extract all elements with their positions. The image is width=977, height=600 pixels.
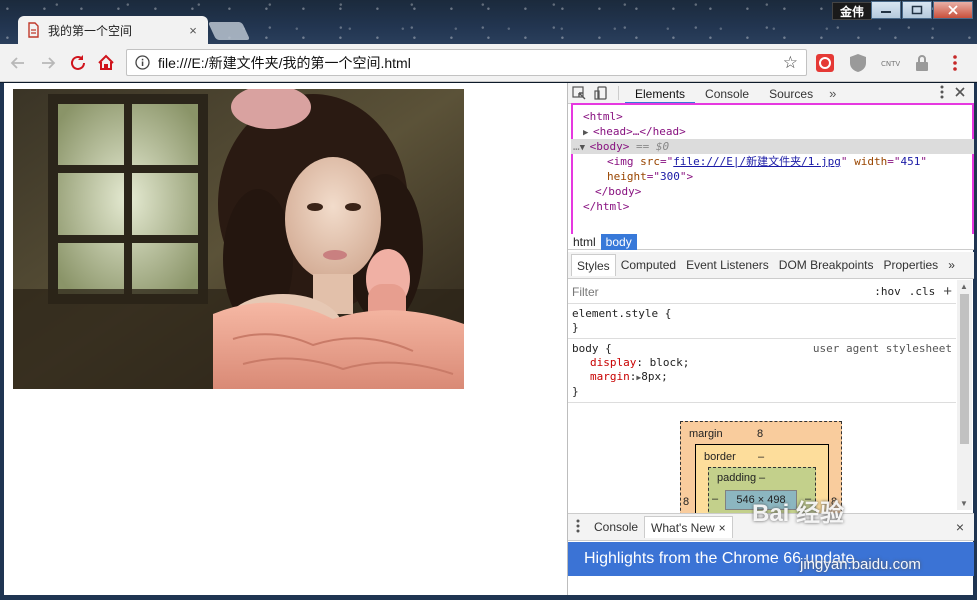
inspect-element-icon[interactable]: [568, 83, 590, 104]
profile-button[interactable]: 金伟: [832, 2, 872, 20]
new-tab-button[interactable]: [207, 22, 251, 40]
styles-tab-bar: Styles Computed Event Listeners DOM Brea…: [568, 252, 974, 279]
cntv-icon[interactable]: CNTV: [880, 53, 900, 73]
tab-dom-breakpoints[interactable]: DOM Breakpoints: [774, 254, 879, 276]
tab-close-icon[interactable]: ×: [186, 23, 200, 38]
page-image[interactable]: [13, 89, 464, 389]
window-controls: [871, 1, 973, 19]
dom-node-img-cont: height="300">: [607, 170, 694, 183]
prop-margin[interactable]: margin:▶8px;: [572, 370, 952, 385]
dom-tree: <html> ▶ <head>…</head> …▼ <body> == $0 <i…: [571, 103, 974, 236]
page-favicon-icon: [26, 22, 40, 38]
maximize-icon: [911, 5, 923, 15]
drawer-tab-console[interactable]: Console: [588, 516, 644, 538]
more-style-tabs-icon[interactable]: »: [943, 254, 960, 276]
forward-icon[interactable]: [38, 53, 58, 73]
minimize-icon: [881, 11, 891, 13]
home-icon[interactable]: [96, 53, 116, 73]
address-bar[interactable]: file:///E:/新建文件夹/我的第一个空间.html ☆: [126, 49, 807, 76]
browser-toolbar: file:///E:/新建文件夹/我的第一个空间.html ☆ CNTV: [0, 44, 977, 82]
breadcrumb-body[interactable]: body: [600, 233, 637, 250]
minimize-button[interactable]: [871, 1, 901, 19]
img-src-link[interactable]: file:///E|/新建文件夹/1.jpg: [673, 155, 841, 168]
scroll-down-icon: ▼: [960, 499, 968, 508]
browser-tab[interactable]: 我的第一个空间 ×: [18, 16, 208, 44]
toolbar-divider: [618, 86, 619, 100]
pdf-icon[interactable]: [815, 53, 835, 73]
tab-event-listeners[interactable]: Event Listeners: [681, 254, 774, 276]
tab-console[interactable]: Console: [695, 83, 759, 104]
cls-toggle[interactable]: .cls: [909, 285, 936, 298]
maximize-button[interactable]: [902, 1, 932, 19]
baidu-watermark-url: jingyan.baidu.com: [800, 556, 921, 573]
drawer-close-icon[interactable]: ×: [956, 519, 974, 535]
tab-title: 我的第一个空间: [48, 23, 133, 38]
lock-icon[interactable]: [912, 53, 932, 73]
styles-filter-input[interactable]: Filter: [572, 285, 866, 299]
devtools-tab-bar: Elements Console Sources »: [568, 83, 974, 104]
dom-node-img[interactable]: <img src="file:///E|/新建文件夹/1.jpg" width=…: [573, 154, 972, 169]
new-rule-plus-icon[interactable]: +: [943, 283, 952, 300]
scroll-up-icon: ▲: [960, 282, 968, 291]
tab-styles[interactable]: Styles: [571, 254, 616, 276]
rule-origin: user agent stylesheet: [812, 342, 952, 355]
shield-icon[interactable]: [848, 53, 868, 73]
prop-display[interactable]: display: block;: [572, 356, 952, 370]
hov-toggle[interactable]: :hov: [874, 285, 901, 298]
back-icon[interactable]: [8, 53, 28, 73]
devtools-close-icon[interactable]: [954, 86, 966, 101]
info-icon[interactable]: [135, 55, 150, 70]
tab-computed[interactable]: Computed: [616, 254, 681, 276]
reload-icon[interactable]: [68, 53, 88, 73]
tab-properties[interactable]: Properties: [878, 254, 943, 276]
dom-node-html[interactable]: <html>: [573, 109, 972, 124]
styles-scrollbar[interactable]: ▲ ▼: [957, 280, 972, 510]
devtools-menu-icon[interactable]: [940, 85, 944, 102]
svg-text:CNTV: CNTV: [881, 60, 900, 68]
tab-elements[interactable]: Elements: [625, 83, 696, 104]
drawer-menu-icon[interactable]: [568, 519, 588, 536]
element-style-rule[interactable]: element.style { }: [568, 304, 956, 339]
close-icon: [948, 5, 958, 15]
breadcrumb: html body: [568, 233, 974, 250]
title-bar: 我的第一个空间 × 金伟: [0, 0, 977, 44]
close-whats-new-icon[interactable]: ×: [719, 521, 726, 535]
bookmark-star-icon[interactable]: ☆: [783, 53, 798, 73]
more-tabs-chevron-icon[interactable]: »: [823, 86, 842, 101]
close-window-button[interactable]: [933, 1, 973, 19]
dom-node-body[interactable]: …▼ <body> == $0: [571, 139, 974, 154]
dom-node-html-close: </html>: [583, 200, 630, 213]
menu-icon[interactable]: [945, 53, 965, 73]
breadcrumb-html[interactable]: html: [568, 234, 601, 250]
photo-image: [13, 89, 464, 389]
styles-filter-bar: Filter :hov .cls +: [568, 280, 956, 304]
drawer-tab-whats-new[interactable]: What's New ×: [644, 516, 733, 538]
baidu-watermark: Bai 经验: [752, 500, 845, 527]
scroll-thumb[interactable]: [960, 294, 969, 444]
dom-node-body-close: </body>: [595, 185, 642, 198]
body-rule[interactable]: body {user agent stylesheet display: blo…: [568, 339, 956, 403]
url-text[interactable]: file:///E:/新建文件夹/我的第一个空间.html: [158, 53, 783, 73]
page-viewport: [4, 83, 567, 595]
tab-sources[interactable]: Sources: [759, 83, 823, 104]
dom-node-head[interactable]: ▶ <head>…</head>: [573, 124, 972, 139]
window-border-bottom: [0, 595, 977, 600]
device-toolbar-icon[interactable]: [590, 83, 612, 104]
